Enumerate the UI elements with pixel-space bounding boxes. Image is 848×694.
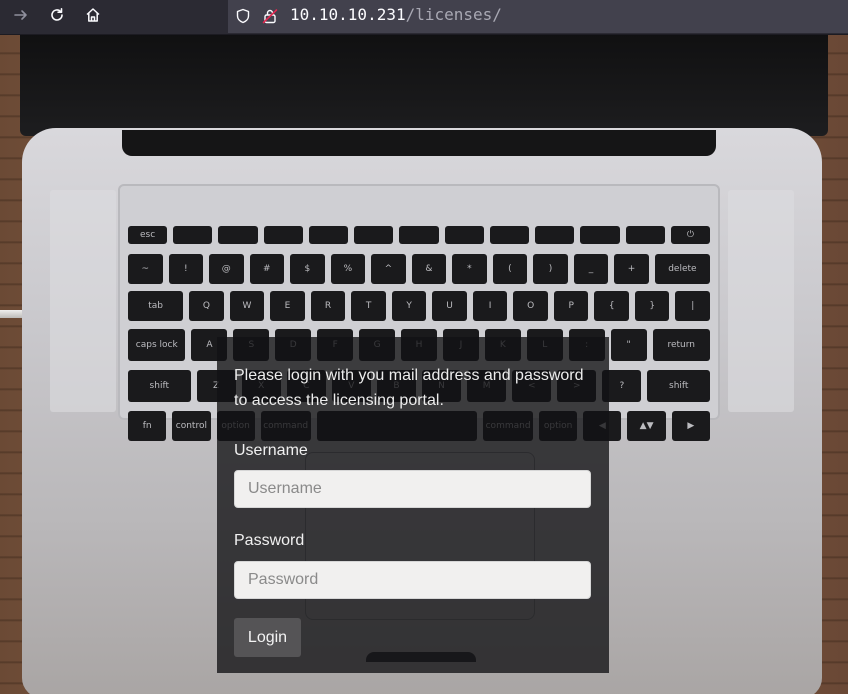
reload-icon [49, 7, 65, 27]
keyboard-key: & [411, 254, 447, 284]
laptop-screen [20, 34, 828, 136]
laptop-hinge [122, 130, 716, 156]
url-text[interactable]: 10.10.10.231/licenses/ [290, 5, 502, 25]
keyboard-key: + [614, 254, 649, 284]
keyboard-key: ^ [371, 254, 406, 284]
keyboard-key: % [330, 254, 366, 284]
keyboard-key [489, 226, 530, 244]
keyboard-key: control [172, 411, 211, 441]
keyboard-key: shift [647, 370, 710, 402]
keyboard-key: @ [209, 254, 244, 284]
home-icon [85, 7, 101, 27]
keyboard-key: " [610, 329, 647, 361]
keyboard-key [399, 226, 439, 244]
keyboard-key [354, 226, 394, 244]
keyboard-key: | [675, 291, 710, 321]
url-path: /licenses/ [405, 5, 502, 24]
keyboard-key [173, 226, 213, 244]
keyboard-key [580, 226, 620, 244]
keyboard-key: ~ [128, 254, 163, 284]
keyboard-key [218, 226, 258, 244]
keyboard-key: ! [168, 254, 204, 284]
right-speaker-grille [728, 190, 794, 412]
keyboard-key: ▲▼ [627, 411, 666, 441]
keyboard-key: W [229, 291, 265, 321]
keyboard-key: ( [492, 254, 528, 284]
keyboard-key: esc [128, 226, 168, 244]
keyboard-key: O [513, 291, 548, 321]
home-button[interactable] [80, 4, 106, 30]
arrow-right-icon [13, 7, 29, 27]
keyboard-key: * [452, 254, 487, 284]
keyboard-key: { [594, 291, 629, 321]
keyboard-key: R [310, 291, 346, 321]
username-input[interactable] [234, 470, 591, 508]
keyboard-key: } [634, 291, 670, 321]
keyboard-key: P [553, 291, 589, 321]
keyboard-key [625, 226, 665, 244]
browser-toolbar: 10.10.10.231/licenses/ [0, 0, 848, 35]
keyboard-key: ⏻ [670, 226, 710, 244]
keyboard-key: # [249, 254, 285, 284]
keyboard-key: tab [128, 291, 184, 321]
login-form: Please login with you mail address and p… [217, 337, 609, 673]
login-button[interactable]: Login [234, 618, 301, 657]
page: 10.10.10.231/licenses/ esc ⏻ ~! @ # $% ^ & *() _ +… [0, 0, 848, 694]
url-host: 10.10.10.231 [290, 5, 406, 24]
keyboard-key [263, 226, 303, 244]
keyboard-key: Y [391, 291, 427, 321]
keyboard-key [444, 226, 484, 244]
keyboard-key: _ [573, 254, 609, 284]
keyboard-key [535, 226, 575, 244]
keyboard-key: delete [654, 254, 710, 284]
username-label: Username [234, 442, 308, 459]
keyboard-key: Q [189, 291, 224, 321]
password-input[interactable] [234, 561, 591, 599]
login-intro-text: Please login with you mail address and p… [234, 367, 584, 409]
left-speaker-grille [50, 190, 116, 412]
keyboard-key: U [432, 291, 467, 321]
keyboard-key: E [270, 291, 305, 321]
lock-icon[interactable] [261, 7, 279, 25]
address-bar[interactable]: 10.10.10.231/licenses/ [228, 0, 848, 33]
keyboard-key: return [652, 329, 710, 361]
keyboard-key: caps lock [128, 329, 186, 361]
keyboard-key: ▶ [671, 411, 710, 441]
keyboard-key: shift [128, 370, 191, 402]
password-label: Password [234, 532, 305, 549]
keyboard-key: T [351, 291, 386, 321]
keyboard-key: I [472, 291, 508, 321]
reload-button[interactable] [44, 4, 70, 30]
forward-button[interactable] [8, 4, 34, 30]
keyboard-key: ) [533, 254, 568, 284]
keyboard-key [308, 226, 349, 244]
keyboard-key: $ [290, 254, 325, 284]
shield-icon[interactable] [234, 7, 252, 25]
keyboard-key: fn [128, 411, 167, 441]
